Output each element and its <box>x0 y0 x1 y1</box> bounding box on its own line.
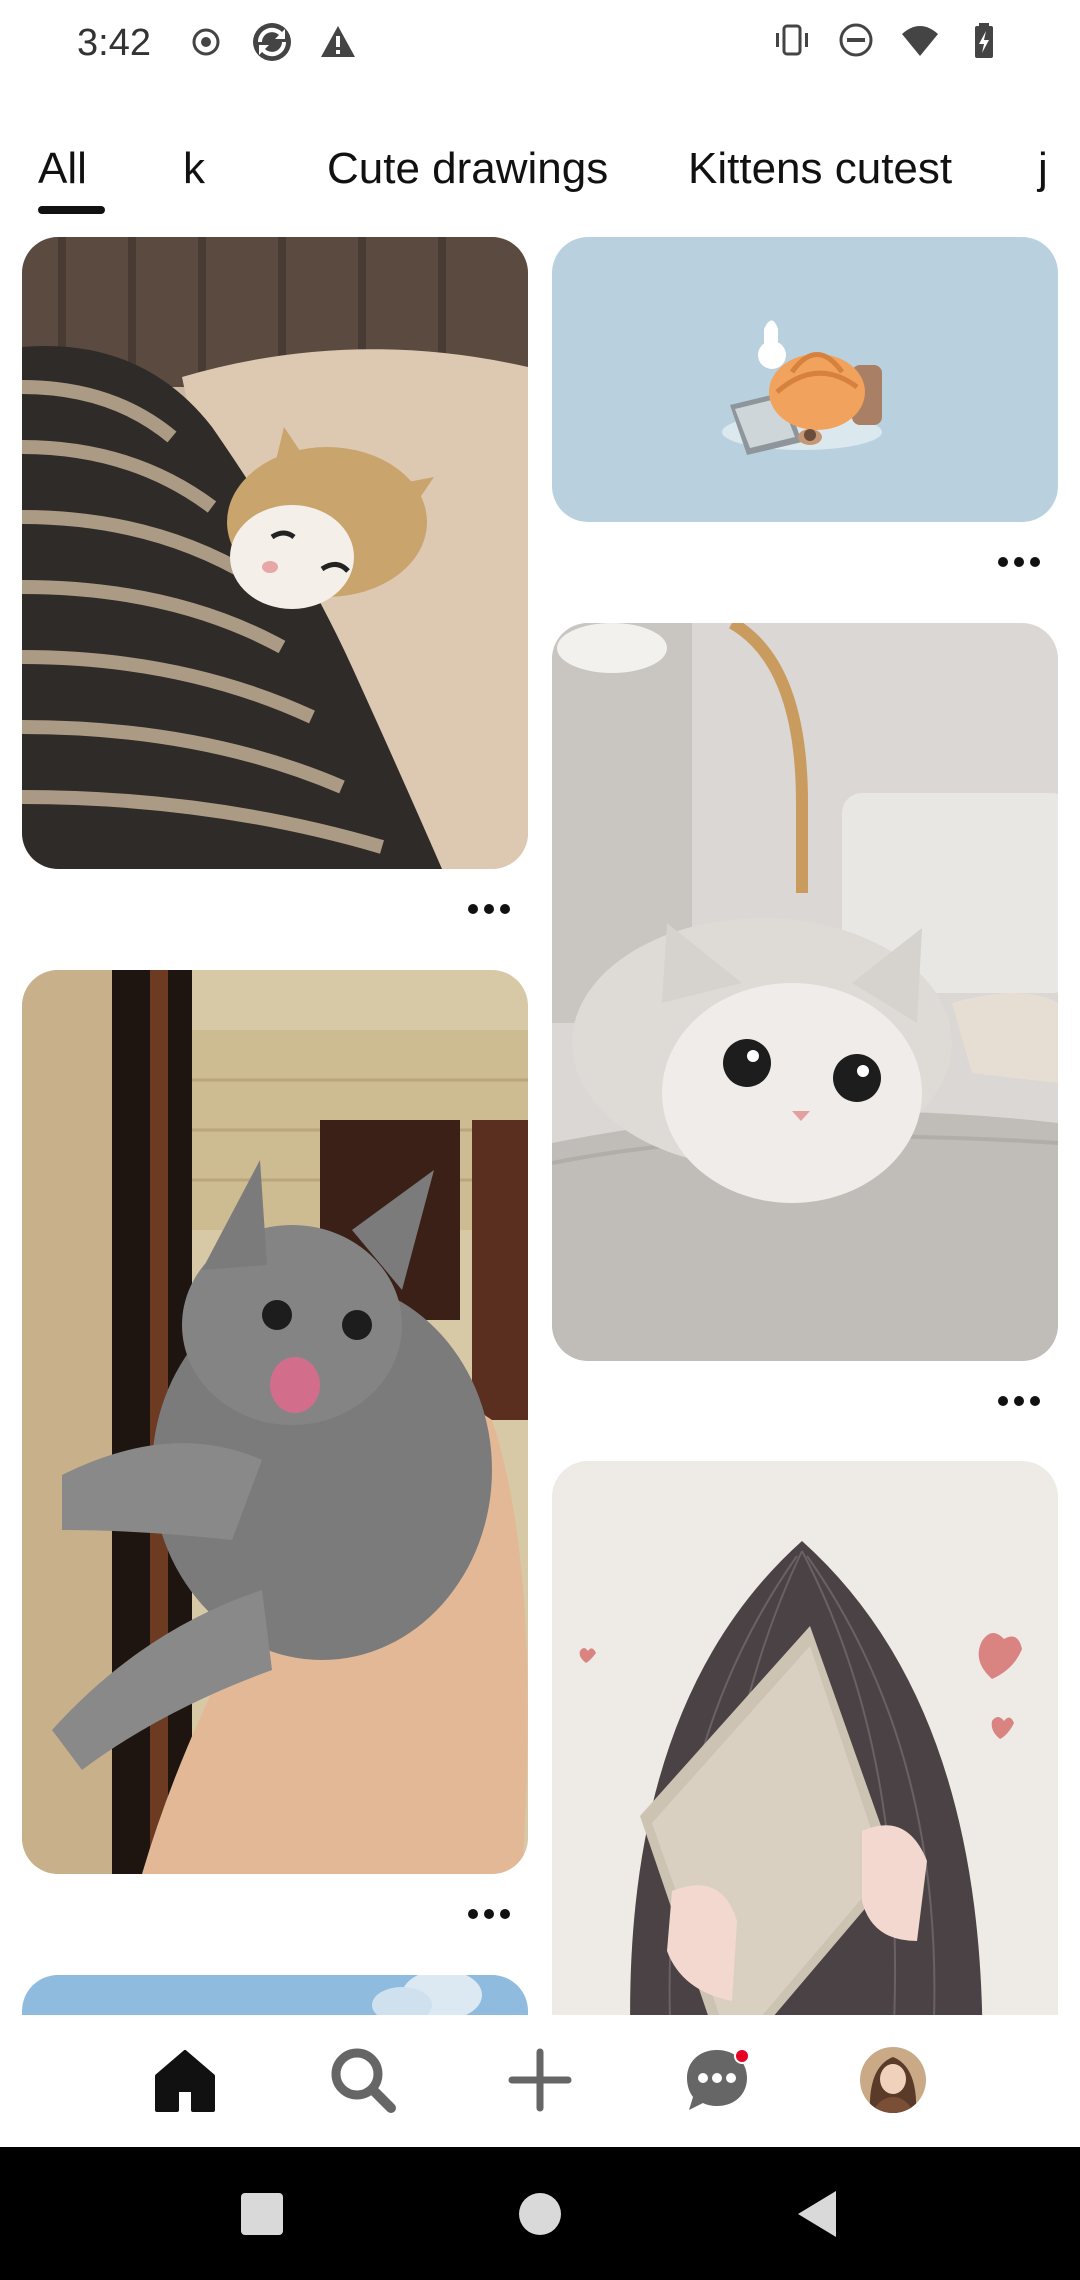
pin-image[interactable] <box>22 970 528 1874</box>
selected-tab-indicator <box>38 206 105 214</box>
kitten-sleeping-image <box>22 237 528 869</box>
grey-kitten-image <box>22 970 528 1874</box>
home-button-icon[interactable] <box>513 2187 567 2241</box>
warning-icon <box>321 26 355 57</box>
tab-kittens-cutest[interactable]: Kittens cutest <box>688 144 952 194</box>
home-icon <box>155 2050 215 2112</box>
pin-feed[interactable] <box>0 235 1080 2015</box>
record-icon <box>192 28 220 56</box>
pin-more-options-button[interactable] <box>989 1381 1049 1421</box>
search-icon <box>331 2048 396 2113</box>
pin-image[interactable] <box>552 623 1058 1361</box>
sync-icon <box>253 23 291 61</box>
status-bar: 3:42 <box>0 0 1080 90</box>
status-time: 3:42 <box>77 22 151 64</box>
nav-home-button[interactable] <box>140 2035 230 2125</box>
pin-more-options-button[interactable] <box>459 889 519 929</box>
profile-avatar <box>860 2047 926 2113</box>
bottom-navigation <box>0 2015 1080 2147</box>
pin-image[interactable] <box>552 1461 1058 2015</box>
system-navigation-bar <box>0 2147 1080 2280</box>
recents-button-icon[interactable] <box>235 2187 289 2241</box>
pin-image[interactable] <box>22 1975 528 2015</box>
nav-messages-button[interactable] <box>672 2035 762 2125</box>
wifi-icon <box>902 26 938 56</box>
board-tabs: All k Cute drawings Kittens cutest j <box>0 130 1080 220</box>
pin-image[interactable] <box>22 237 528 869</box>
nav-profile-button[interactable] <box>848 2035 938 2125</box>
cat-laptop-illustration <box>722 320 882 455</box>
sky-image <box>22 1975 528 2015</box>
tab-cute-drawings[interactable]: Cute drawings <box>327 144 608 194</box>
plus-icon <box>508 2048 572 2112</box>
battery-icon <box>975 23 993 58</box>
nav-create-button[interactable] <box>495 2035 585 2125</box>
nav-search-button[interactable] <box>318 2035 408 2125</box>
tab-k[interactable]: k <box>183 144 205 194</box>
pin-more-options-button[interactable] <box>459 1894 519 1934</box>
girl-with-book-illustration <box>552 1461 1058 2015</box>
white-cat-image <box>552 623 1058 1361</box>
tab-all[interactable]: All <box>38 144 87 194</box>
do-not-disturb-icon <box>839 23 873 57</box>
back-button-icon[interactable] <box>790 2187 844 2241</box>
tab-j[interactable]: j <box>1038 144 1048 194</box>
pin-more-options-button[interactable] <box>989 542 1049 582</box>
vibrate-icon <box>776 24 808 56</box>
pin-image[interactable] <box>552 237 1058 522</box>
notification-dot <box>734 2048 750 2064</box>
